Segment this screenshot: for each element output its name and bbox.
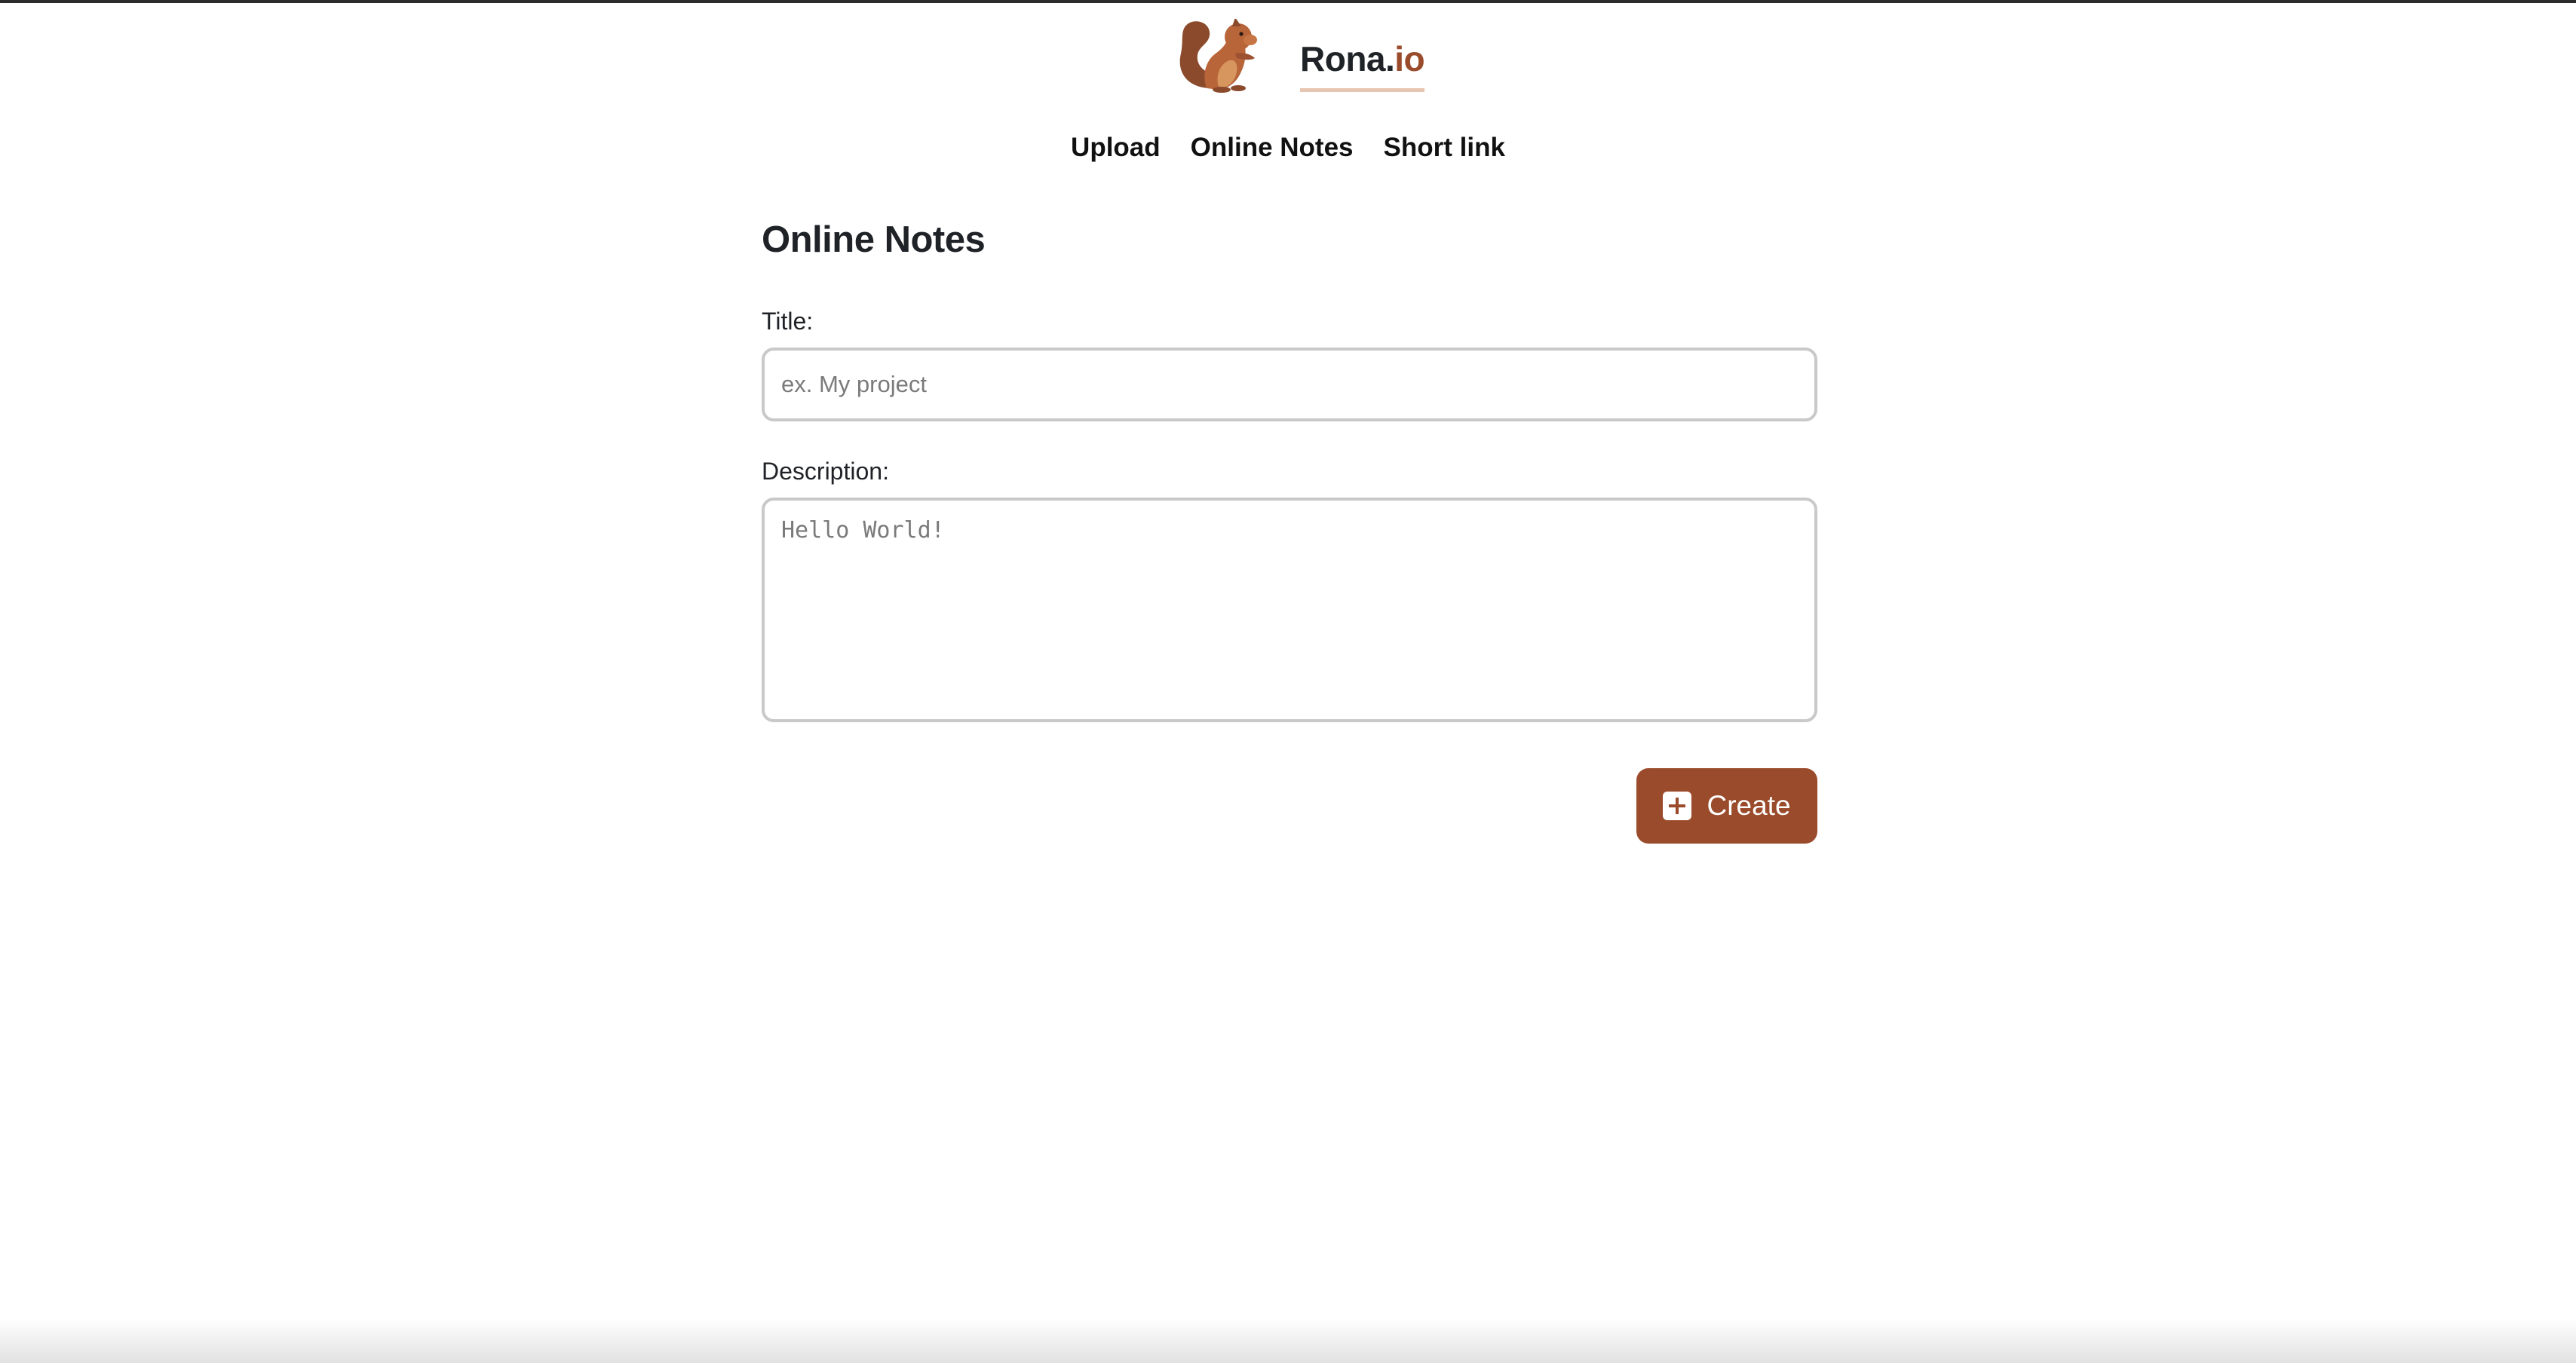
create-button[interactable]: Create	[1636, 768, 1817, 844]
plus-square-icon	[1663, 792, 1692, 820]
brand-suffix: io	[1394, 38, 1425, 78]
nav-online-notes[interactable]: Online Notes	[1191, 133, 1354, 163]
window-bottom-shadow	[0, 1318, 2576, 1363]
description-textarea[interactable]	[762, 498, 1817, 722]
title-label: Title:	[762, 308, 814, 335]
nav-upload[interactable]: Upload	[1071, 133, 1161, 163]
notes-form: Online Notes Title: Description: Create	[762, 219, 1817, 844]
brand-wordmark: Rona.io	[1300, 38, 1425, 92]
brand-name: Rona.	[1300, 38, 1395, 78]
create-button-label: Create	[1707, 790, 1791, 821]
page-title: Online Notes	[762, 219, 986, 260]
main-nav: Upload Online Notes Short link	[0, 133, 2576, 163]
form-actions: Create	[762, 768, 1817, 844]
squirrel-icon	[1179, 19, 1257, 93]
description-label: Description:	[762, 458, 889, 485]
page: Rona.io Upload Online Notes Short link O…	[0, 0, 2576, 1363]
nav-short-link[interactable]: Short link	[1384, 133, 1505, 163]
title-input[interactable]	[762, 348, 1817, 421]
logo-link[interactable]: Rona.io	[1176, 15, 1425, 98]
